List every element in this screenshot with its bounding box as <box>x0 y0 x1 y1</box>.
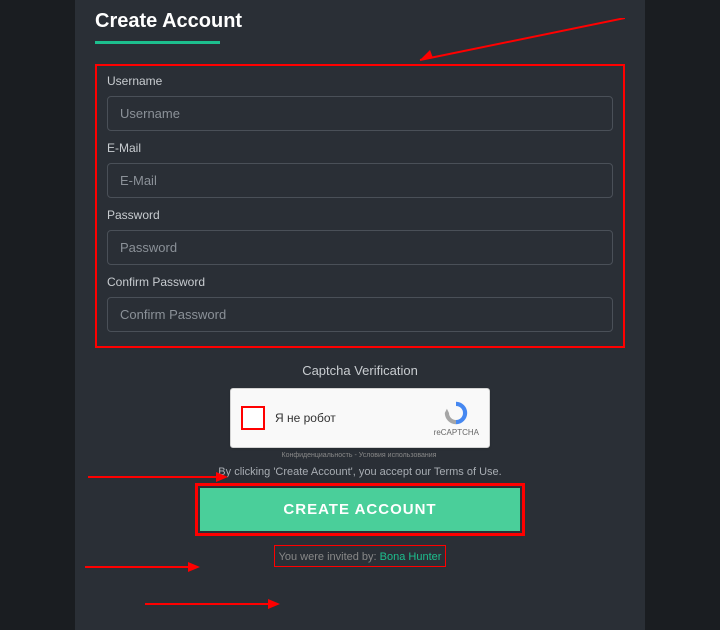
tos-text: By clicking 'Create Account', you accept… <box>95 466 625 478</box>
captcha-row: Я не робот reCAPTCHA Конфиденциальность … <box>95 388 625 448</box>
recaptcha-terms-text: Конфиденциальность - Условия использован… <box>229 452 489 459</box>
password-label: Password <box>107 208 613 222</box>
password-field-wrap: Password <box>107 208 613 265</box>
confirm-password-input[interactable] <box>107 297 613 332</box>
form-highlight-box: Username E-Mail Password Confirm Passwor… <box>95 64 625 348</box>
confirm-password-label: Confirm Password <box>107 275 613 289</box>
recaptcha-checkbox[interactable] <box>241 406 265 430</box>
invited-row: You were invited by: Bona Hunter <box>95 545 625 567</box>
invited-name: Bona Hunter <box>380 551 442 563</box>
username-field-wrap: Username <box>107 74 613 131</box>
recaptcha-brand-text: reCAPTCHA <box>434 428 479 437</box>
captcha-title: Captcha Verification <box>95 363 625 378</box>
title-underline <box>95 41 220 44</box>
email-input[interactable] <box>107 163 613 198</box>
recaptcha-widget[interactable]: Я не робот reCAPTCHA Конфиденциальность … <box>230 388 490 448</box>
recaptcha-checkbox-label: Я не робот <box>275 411 336 425</box>
invited-prefix: You were invited by: <box>279 551 380 563</box>
confirm-password-field-wrap: Confirm Password <box>107 275 613 332</box>
email-field-wrap: E-Mail <box>107 141 613 198</box>
invited-highlight-box: You were invited by: Bona Hunter <box>274 545 447 567</box>
email-label: E-Mail <box>107 141 613 155</box>
create-account-button[interactable]: CREATE ACCOUNT <box>200 488 520 531</box>
username-label: Username <box>107 74 613 88</box>
signup-panel: Create Account Username E-Mail Password … <box>75 0 645 630</box>
username-input[interactable] <box>107 96 613 131</box>
page-title: Create Account <box>95 0 242 41</box>
recaptcha-logo-icon <box>442 399 470 427</box>
password-input[interactable] <box>107 230 613 265</box>
submit-row: CREATE ACCOUNT <box>95 488 625 531</box>
